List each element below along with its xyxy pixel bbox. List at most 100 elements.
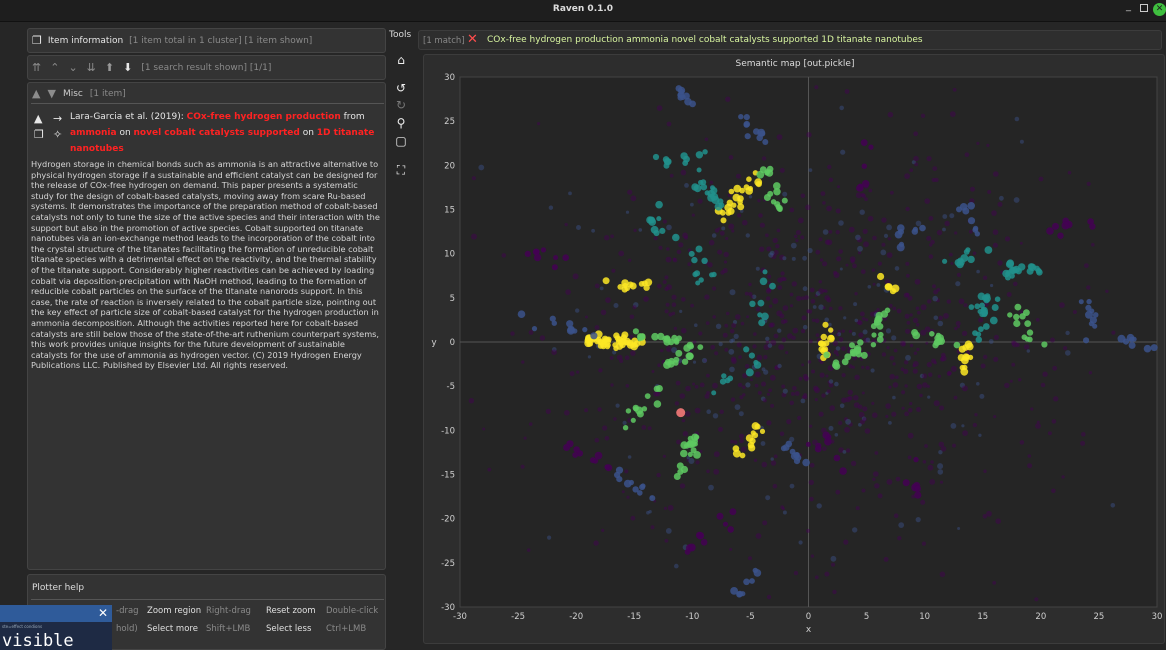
scatter-point: [1030, 407, 1034, 411]
scatter-point: [684, 183, 689, 188]
scatter-point: [809, 496, 814, 502]
up-chevron-icon[interactable]: ⌃: [50, 62, 59, 73]
scatter-point: [735, 173, 741, 179]
search-query[interactable]: COx-free hydrogen production ammonia nov…: [487, 35, 923, 45]
scatter-point: [563, 444, 571, 451]
y-tick-label: 30: [444, 73, 455, 83]
scatter-point: [797, 415, 802, 421]
scatter-point: [904, 360, 909, 365]
scatter-point: [968, 229, 973, 234]
scatter-point: [589, 457, 596, 464]
collapse-down-icon[interactable]: ▼: [47, 88, 55, 99]
zoom-icon[interactable]: ⚲: [393, 115, 409, 131]
scatter-point: [625, 384, 630, 388]
scatter-point: [830, 555, 837, 562]
scatter-point: [818, 237, 823, 242]
window-title: Raven 0.1.0: [552, 4, 614, 14]
box-select-icon[interactable]: ▢: [393, 133, 409, 149]
scatter-point: [785, 351, 789, 355]
magic-wand-icon[interactable]: ✧: [53, 129, 62, 140]
scatter-point: [610, 234, 614, 239]
semantic-map-plot[interactable]: Semantic map [out.pickle] -30 -25 -20 -15 -1…: [423, 54, 1165, 644]
scatter-point: [671, 294, 677, 300]
scatter-point: [582, 327, 588, 333]
collapse-up-icon[interactable]: ▲: [32, 88, 40, 99]
scatter-point: [701, 257, 708, 264]
scatter-chart[interactable]: -30 -25 -20 -15 -10 -5 0 5 10 15 20 25 30 30 25 20 15 10 5…: [424, 55, 1166, 645]
x-axis-label: x: [806, 625, 812, 635]
scatter-point: [855, 234, 861, 241]
scatter-point: [1089, 308, 1095, 314]
scatter-point: [663, 506, 667, 510]
scatter-point: [841, 373, 846, 378]
scatter-point: [742, 385, 746, 390]
overlay-close-icon[interactable]: ✕: [98, 606, 108, 620]
scatter-point: [808, 168, 813, 172]
scatter-point: [719, 230, 725, 236]
scatter-point: [689, 100, 696, 108]
search-results-count: [1 search result shown] [1/1]: [141, 62, 272, 73]
scatter-point: [1105, 289, 1109, 293]
scatter-point: [551, 264, 558, 271]
scatter-point: [685, 544, 694, 552]
double-down-icon[interactable]: ⇊: [87, 62, 96, 73]
scatter-point: [667, 505, 674, 511]
redo-icon[interactable]: ↻: [393, 97, 409, 113]
scatter-point: [871, 268, 876, 272]
fullscreen-icon[interactable]: ⛶: [393, 162, 409, 178]
scatter-point: [696, 167, 702, 173]
scatter-point: [855, 506, 860, 511]
scatter-point: [926, 384, 930, 388]
scatter-point: [995, 518, 1001, 524]
home-icon[interactable]: ⌂: [393, 52, 409, 68]
scatter-point: [539, 335, 546, 341]
item-info-header: ❐ Item information [1 item total in 1 cl…: [27, 28, 386, 53]
scatter-point: [540, 247, 547, 253]
copy-item-icon[interactable]: ❐: [34, 129, 44, 140]
clear-search-icon[interactable]: ✕: [467, 32, 478, 47]
maximize-icon[interactable]: [1140, 4, 1148, 12]
scatter-point: [853, 395, 859, 401]
scatter-point: [834, 433, 839, 437]
triangle-up-icon[interactable]: ▲: [34, 113, 42, 124]
arrow-right-icon[interactable]: →: [53, 113, 62, 124]
scatter-point: [690, 303, 694, 308]
x-tick-label: -5: [746, 612, 754, 622]
scatter-point: [943, 313, 949, 319]
scatter-point: [613, 345, 619, 352]
scatter-point: [991, 210, 997, 216]
scatter-point: [937, 374, 941, 378]
scatter-point: [537, 122, 541, 126]
scatter-point: [952, 87, 957, 92]
scatter-point: [806, 528, 811, 533]
scatter-point: [695, 460, 700, 465]
scatter-point: [762, 398, 767, 403]
scatter-point: [915, 322, 920, 327]
scatter-point: [1035, 318, 1040, 322]
minimize-icon[interactable]: _: [1126, 1, 1131, 12]
scatter-point: [837, 185, 840, 189]
prev-result-icon[interactable]: ⬆: [105, 62, 114, 73]
scatter-point: [962, 430, 968, 436]
overlay-window[interactable]: ✕ ste=effect condions visible: [0, 605, 112, 650]
scatter-point: [572, 328, 578, 334]
close-icon[interactable]: ✕: [1153, 3, 1166, 16]
scatter-point: [1019, 313, 1026, 320]
scatter-point: [1050, 337, 1055, 343]
scatter-point: [738, 355, 742, 359]
scatter-point: [765, 233, 769, 238]
scatter-point: [872, 477, 876, 481]
double-up-icon[interactable]: ⇈: [32, 62, 41, 73]
scatter-point: [897, 536, 902, 541]
scatter-point: [627, 258, 632, 262]
scatter-point: [1111, 330, 1116, 335]
undo-icon[interactable]: ↺: [393, 80, 409, 96]
down-chevron-icon[interactable]: ⌄: [68, 62, 77, 73]
scatter-point: [807, 309, 813, 314]
copy-icon[interactable]: ❐: [32, 35, 42, 46]
search-bar[interactable]: [1 match] ✕ COx-free hydrogen production…: [418, 30, 1162, 50]
scatter-point: [994, 296, 1001, 302]
next-result-icon[interactable]: ⬇: [123, 62, 132, 73]
x-tick-label: -15: [627, 612, 641, 622]
scatter-point: [1026, 349, 1030, 353]
